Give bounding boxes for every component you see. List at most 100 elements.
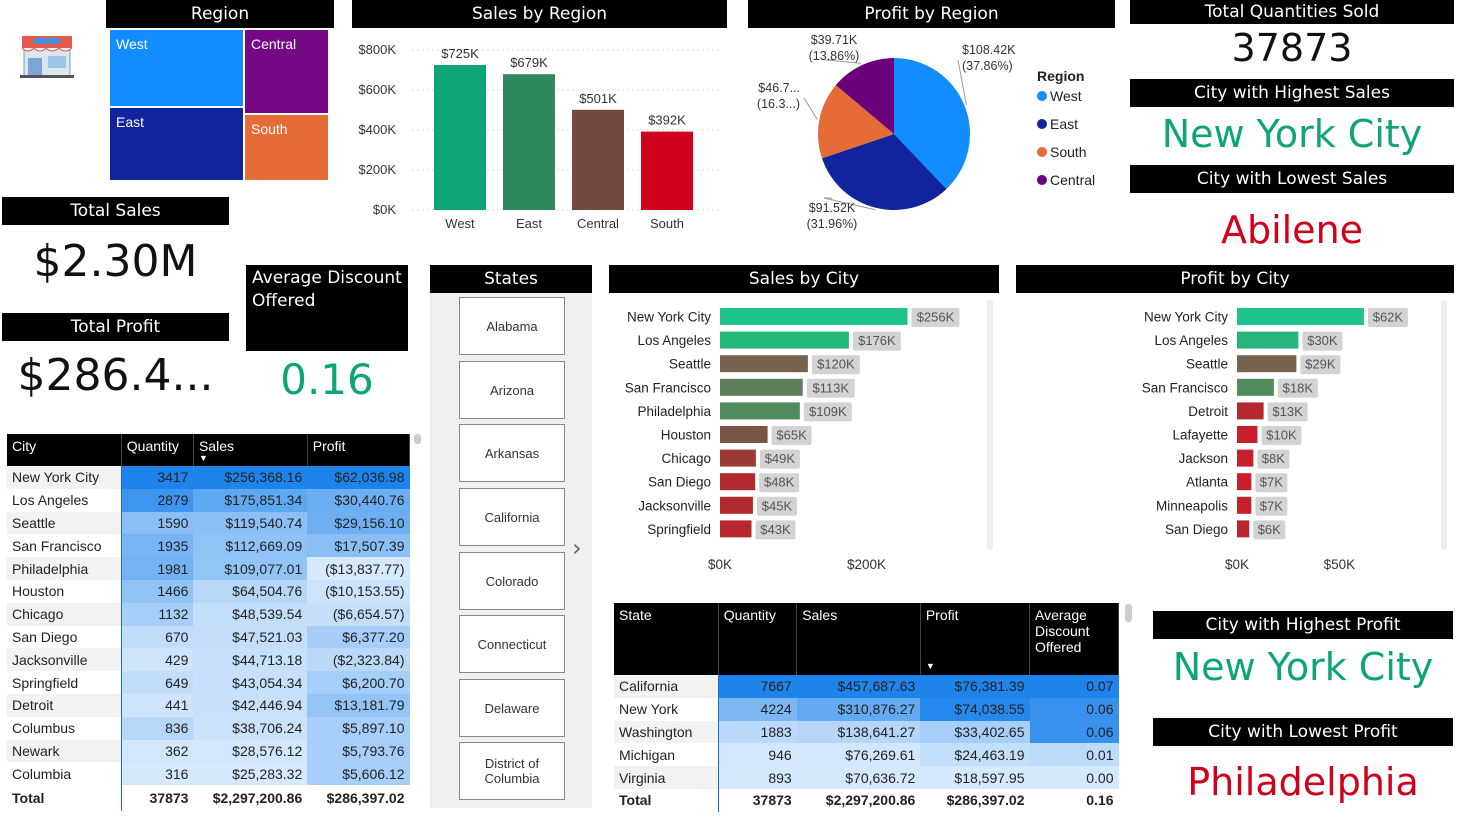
col-profit[interactable]: Profit ▼ xyxy=(920,603,1031,675)
table-row[interactable]: New York 4224 $310,876.27 $74,038.55 0.06 xyxy=(614,697,1119,721)
value-cell: $76,269.61 xyxy=(796,743,921,767)
bar[interactable] xyxy=(720,378,803,396)
table-row[interactable]: Springfield 649 $43,054.34 $6,200.70 xyxy=(7,671,410,694)
col-profit[interactable]: Profit xyxy=(307,434,411,466)
bar[interactable] xyxy=(1237,520,1250,538)
profit-by-city-scrollbar[interactable] xyxy=(1441,300,1447,550)
table-row[interactable]: San Diego 670 $47,521.03 $6,377.20 xyxy=(7,625,410,649)
state-option-colorado[interactable]: Colorado xyxy=(459,552,565,610)
table-row[interactable]: Columbia 316 $25,283.32 $5,606.12 xyxy=(7,762,410,786)
state-option-alabama[interactable]: Alabama xyxy=(459,297,565,355)
value-cell: $138,641.27 xyxy=(796,720,921,744)
legend-item-east[interactable]: East xyxy=(1037,116,1095,144)
table-row[interactable]: Detroit 441 $42,446.94 $13,181.79 xyxy=(7,693,410,717)
bar[interactable] xyxy=(1237,308,1364,325)
col-sales[interactable]: Sales xyxy=(796,603,921,675)
bar[interactable] xyxy=(720,449,756,467)
table-row[interactable]: Philadelphia 1981 $109,077.01 ($13,837.77) xyxy=(7,557,410,580)
treemap-tile-south[interactable]: South xyxy=(245,115,328,180)
col-state[interactable]: State xyxy=(614,603,719,675)
state-cell: Washington xyxy=(619,723,693,740)
bar-west[interactable] xyxy=(434,65,486,210)
lowest-profit-city-title: City with Lowest Profit xyxy=(1153,718,1453,746)
bar[interactable] xyxy=(720,496,753,514)
state-option-arizona[interactable]: Arizona xyxy=(459,361,565,419)
state-option-district-of-columbia[interactable]: District of Columbia xyxy=(459,742,565,800)
states-slicer-title: States xyxy=(430,265,592,293)
sales-by-city-chart[interactable]: New York City $256K Los Angeles $176K Seattl… xyxy=(609,296,987,580)
data-label: $725K xyxy=(441,46,479,61)
bar[interactable] xyxy=(1237,355,1297,373)
bar[interactable] xyxy=(720,520,752,538)
table-row[interactable]: New York City 3417 $256,368.16 $62,036.98 xyxy=(7,466,410,489)
table-row[interactable]: San Francisco 1935 $112,669.09 $17,507.39 xyxy=(7,534,410,558)
bar[interactable] xyxy=(720,331,849,349)
state-option-connecticut[interactable]: Connecticut xyxy=(459,615,565,673)
state-option-california[interactable]: California xyxy=(459,488,565,546)
value-cell: $70,636.72 xyxy=(796,766,921,789)
profit-by-city-chart[interactable]: New York City $62K Los Angeles $30K Seattle $… xyxy=(1016,296,1441,580)
value-cell: $5,793.76 xyxy=(307,739,410,763)
data-label: $7K xyxy=(1260,475,1283,490)
bar-central[interactable] xyxy=(572,109,624,210)
table-row[interactable]: Seattle 1590 $119,540.74 $29,156.10 xyxy=(7,511,410,535)
bar[interactable] xyxy=(1237,426,1258,443)
bar[interactable] xyxy=(1237,378,1274,396)
table-row[interactable]: Newark 362 $28,576.12 $5,793.76 xyxy=(7,739,410,763)
state-table[interactable]: State Quantity Sales Profit ▼ Average Dis… xyxy=(614,603,1119,812)
treemap-tile-east[interactable]: East xyxy=(110,108,243,180)
total-row: Total 37873 $2,297,200.86 $286,397.02 xyxy=(7,785,410,812)
bar[interactable] xyxy=(1237,496,1252,514)
bar-east[interactable] xyxy=(503,74,555,210)
chevron-right-icon[interactable]: › xyxy=(572,534,582,562)
region-treemap[interactable]: West Central East South xyxy=(110,30,328,180)
col-quantity[interactable]: Quantity xyxy=(718,603,798,675)
value-cell: $25,283.32 xyxy=(193,762,308,786)
table-row[interactable]: Washington 1883 $138,641.27 $33,402.65 0.06 xyxy=(614,720,1119,744)
table-row[interactable]: Los Angeles 2879 $175,851.34 $30,440.76 xyxy=(7,488,410,512)
col-quantity[interactable]: Quantity xyxy=(121,434,194,466)
legend-item-south[interactable]: South xyxy=(1037,144,1095,172)
bar-south[interactable] xyxy=(641,131,693,210)
treemap-tile-west[interactable]: West xyxy=(110,30,243,106)
table-row[interactable]: Jacksonville 429 $44,713.18 ($2,323.84) xyxy=(7,648,410,672)
table-row[interactable]: Chicago 1132 $48,539.54 ($6,654.57) xyxy=(7,602,410,626)
bar[interactable] xyxy=(1237,331,1299,349)
bar[interactable] xyxy=(1237,402,1264,420)
col-sales[interactable]: Sales ▼ xyxy=(193,434,308,466)
value-cell: 893 xyxy=(717,766,797,789)
profit-by-region-chart[interactable]: $108.42K (37.86%) $91.52K (31.96%) $46.7... (… xyxy=(748,30,1028,240)
sales-by-region-chart[interactable]: $0K $200K $400K $600K $800K $725K West $679K Eas… xyxy=(352,30,727,240)
bar[interactable] xyxy=(720,308,908,325)
state-option-arkansas[interactable]: Arkansas xyxy=(459,424,565,482)
table-row[interactable]: Virginia 893 $70,636.72 $18,597.95 0.00 xyxy=(614,766,1119,789)
bar[interactable] xyxy=(720,355,808,373)
legend-item-west[interactable]: West xyxy=(1037,88,1095,116)
bar[interactable] xyxy=(1237,473,1252,491)
table-row[interactable]: Columbus 836 $38,706.24 $5,897.10 xyxy=(7,716,410,740)
bar[interactable] xyxy=(720,426,768,443)
data-label: $48K xyxy=(764,475,795,490)
state-option-delaware[interactable]: Delaware xyxy=(459,679,565,737)
table-row[interactable]: Houston 1466 $64,504.76 ($10,153.55) xyxy=(7,579,410,603)
city-table[interactable]: City Quantity Sales ▼ Profit New York Cit… xyxy=(7,434,411,812)
bar[interactable] xyxy=(1237,449,1254,467)
bar[interactable] xyxy=(720,473,756,491)
total-sales-value: $2.30M xyxy=(33,236,198,287)
legend-item-central[interactable]: Central xyxy=(1037,172,1095,200)
category-label: New York City xyxy=(1144,310,1228,325)
category-label: Philadelphia xyxy=(637,404,711,419)
value-cell: $310,876.27 xyxy=(796,697,921,721)
treemap-tile-central[interactable]: Central xyxy=(245,30,328,113)
legend-dot-icon xyxy=(1037,147,1047,157)
table-row[interactable]: Michigan 946 $76,269.61 $24,463.19 0.01 xyxy=(614,743,1119,767)
col-avg-discount[interactable]: Average Discount Offered xyxy=(1029,603,1119,675)
value-cell: ($13,837.77) xyxy=(307,557,410,580)
value-cell: $5,897.10 xyxy=(307,716,410,740)
sales-by-city-scrollbar[interactable] xyxy=(987,300,993,550)
table-row[interactable]: California 7667 $457,687.63 $76,381.39 0.07 xyxy=(614,675,1119,698)
bar[interactable] xyxy=(720,402,800,420)
city-table-scrollbar[interactable] xyxy=(414,434,421,444)
state-table-scrollbar[interactable] xyxy=(1125,604,1132,622)
col-city[interactable]: City xyxy=(7,434,122,466)
